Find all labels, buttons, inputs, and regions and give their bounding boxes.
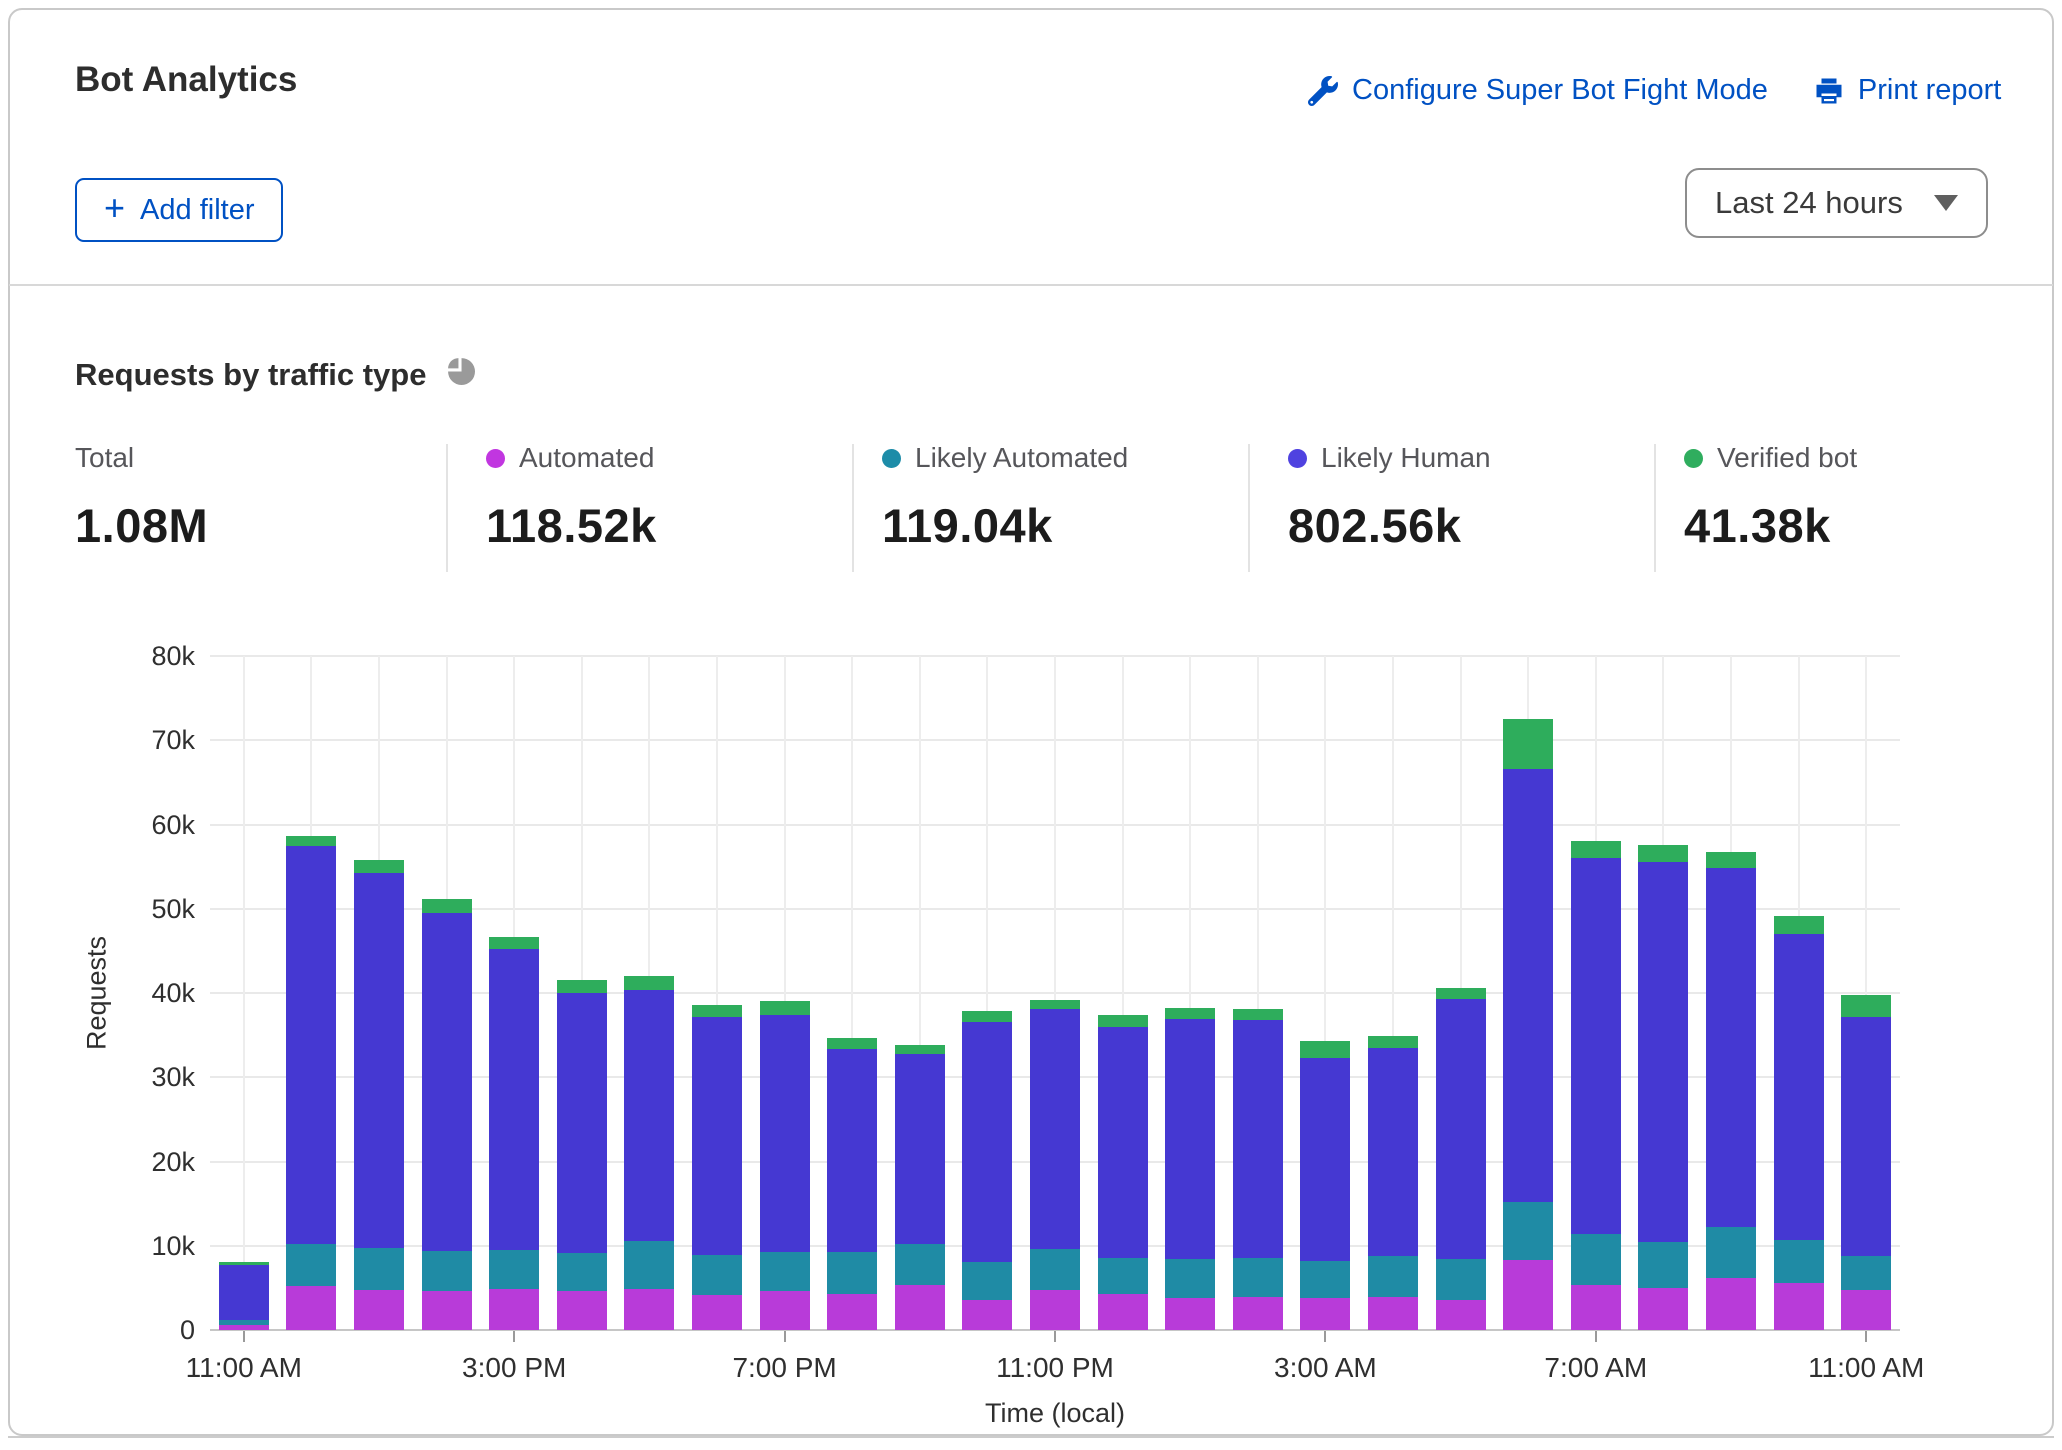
pie-chart-icon bbox=[446, 356, 475, 393]
stat-label-row: Automated bbox=[486, 442, 657, 474]
stat-divider bbox=[1654, 444, 1656, 572]
stat-label: Likely Automated bbox=[915, 442, 1128, 474]
stat-value: 41.38k bbox=[1684, 498, 1857, 553]
wrench-icon bbox=[1308, 76, 1338, 106]
stat-dot bbox=[1684, 449, 1703, 468]
stat-divider bbox=[852, 444, 854, 572]
stat-label-row: Likely Human bbox=[1288, 442, 1491, 474]
stat-item: Likely Automated 119.04k bbox=[882, 442, 1128, 553]
add-filter-button[interactable]: + Add filter bbox=[75, 178, 283, 242]
traffic-type-stats: Total 1.08M Automated 118.52k Likely Automat… bbox=[0, 442, 2062, 602]
stat-dot bbox=[1288, 449, 1307, 468]
section-title: Requests by traffic type bbox=[75, 356, 475, 393]
stat-value: 1.08M bbox=[75, 498, 208, 553]
stat-value: 802.56k bbox=[1288, 498, 1491, 553]
stat-item: Likely Human 802.56k bbox=[1288, 442, 1491, 553]
configure-link-label: Configure Super Bot Fight Mode bbox=[1352, 74, 1768, 107]
print-link-label: Print report bbox=[1858, 74, 2001, 107]
stat-label-row: Likely Automated bbox=[882, 442, 1128, 474]
stat-label: Total bbox=[75, 442, 134, 474]
configure-super-bot-fight-mode-link[interactable]: Configure Super Bot Fight Mode bbox=[1308, 74, 1768, 107]
header-divider bbox=[9, 284, 2053, 286]
stat-item: Automated 118.52k bbox=[486, 442, 657, 553]
stat-dot bbox=[882, 449, 901, 468]
stat-value: 118.52k bbox=[486, 498, 657, 553]
stat-label: Likely Human bbox=[1321, 442, 1491, 474]
stat-dot bbox=[486, 449, 505, 468]
stat-label: Verified bot bbox=[1717, 442, 1857, 474]
stat-label: Automated bbox=[519, 442, 654, 474]
time-range-value: Last 24 hours bbox=[1715, 185, 1903, 221]
print-report-link[interactable]: Print report bbox=[1814, 74, 2001, 107]
next-section-divider bbox=[8, 1436, 2054, 1438]
plus-icon: + bbox=[104, 190, 125, 226]
printer-icon bbox=[1814, 76, 1844, 106]
header-links: Configure Super Bot Fight Mode Print rep… bbox=[1308, 74, 2001, 107]
page-title: Bot Analytics bbox=[75, 60, 297, 100]
add-filter-label: Add filter bbox=[140, 194, 254, 227]
stat-label-row: Verified bot bbox=[1684, 442, 1857, 474]
stat-item: Total 1.08M bbox=[75, 442, 208, 553]
stat-divider bbox=[446, 444, 448, 572]
chevron-down-icon bbox=[1934, 195, 1958, 211]
section-title-label: Requests by traffic type bbox=[75, 357, 426, 393]
stat-label-row: Total bbox=[75, 442, 208, 474]
stat-divider bbox=[1248, 444, 1250, 572]
time-range-select[interactable]: Last 24 hours bbox=[1685, 168, 1988, 238]
stat-value: 119.04k bbox=[882, 498, 1128, 553]
stat-item: Verified bot 41.38k bbox=[1684, 442, 1857, 553]
